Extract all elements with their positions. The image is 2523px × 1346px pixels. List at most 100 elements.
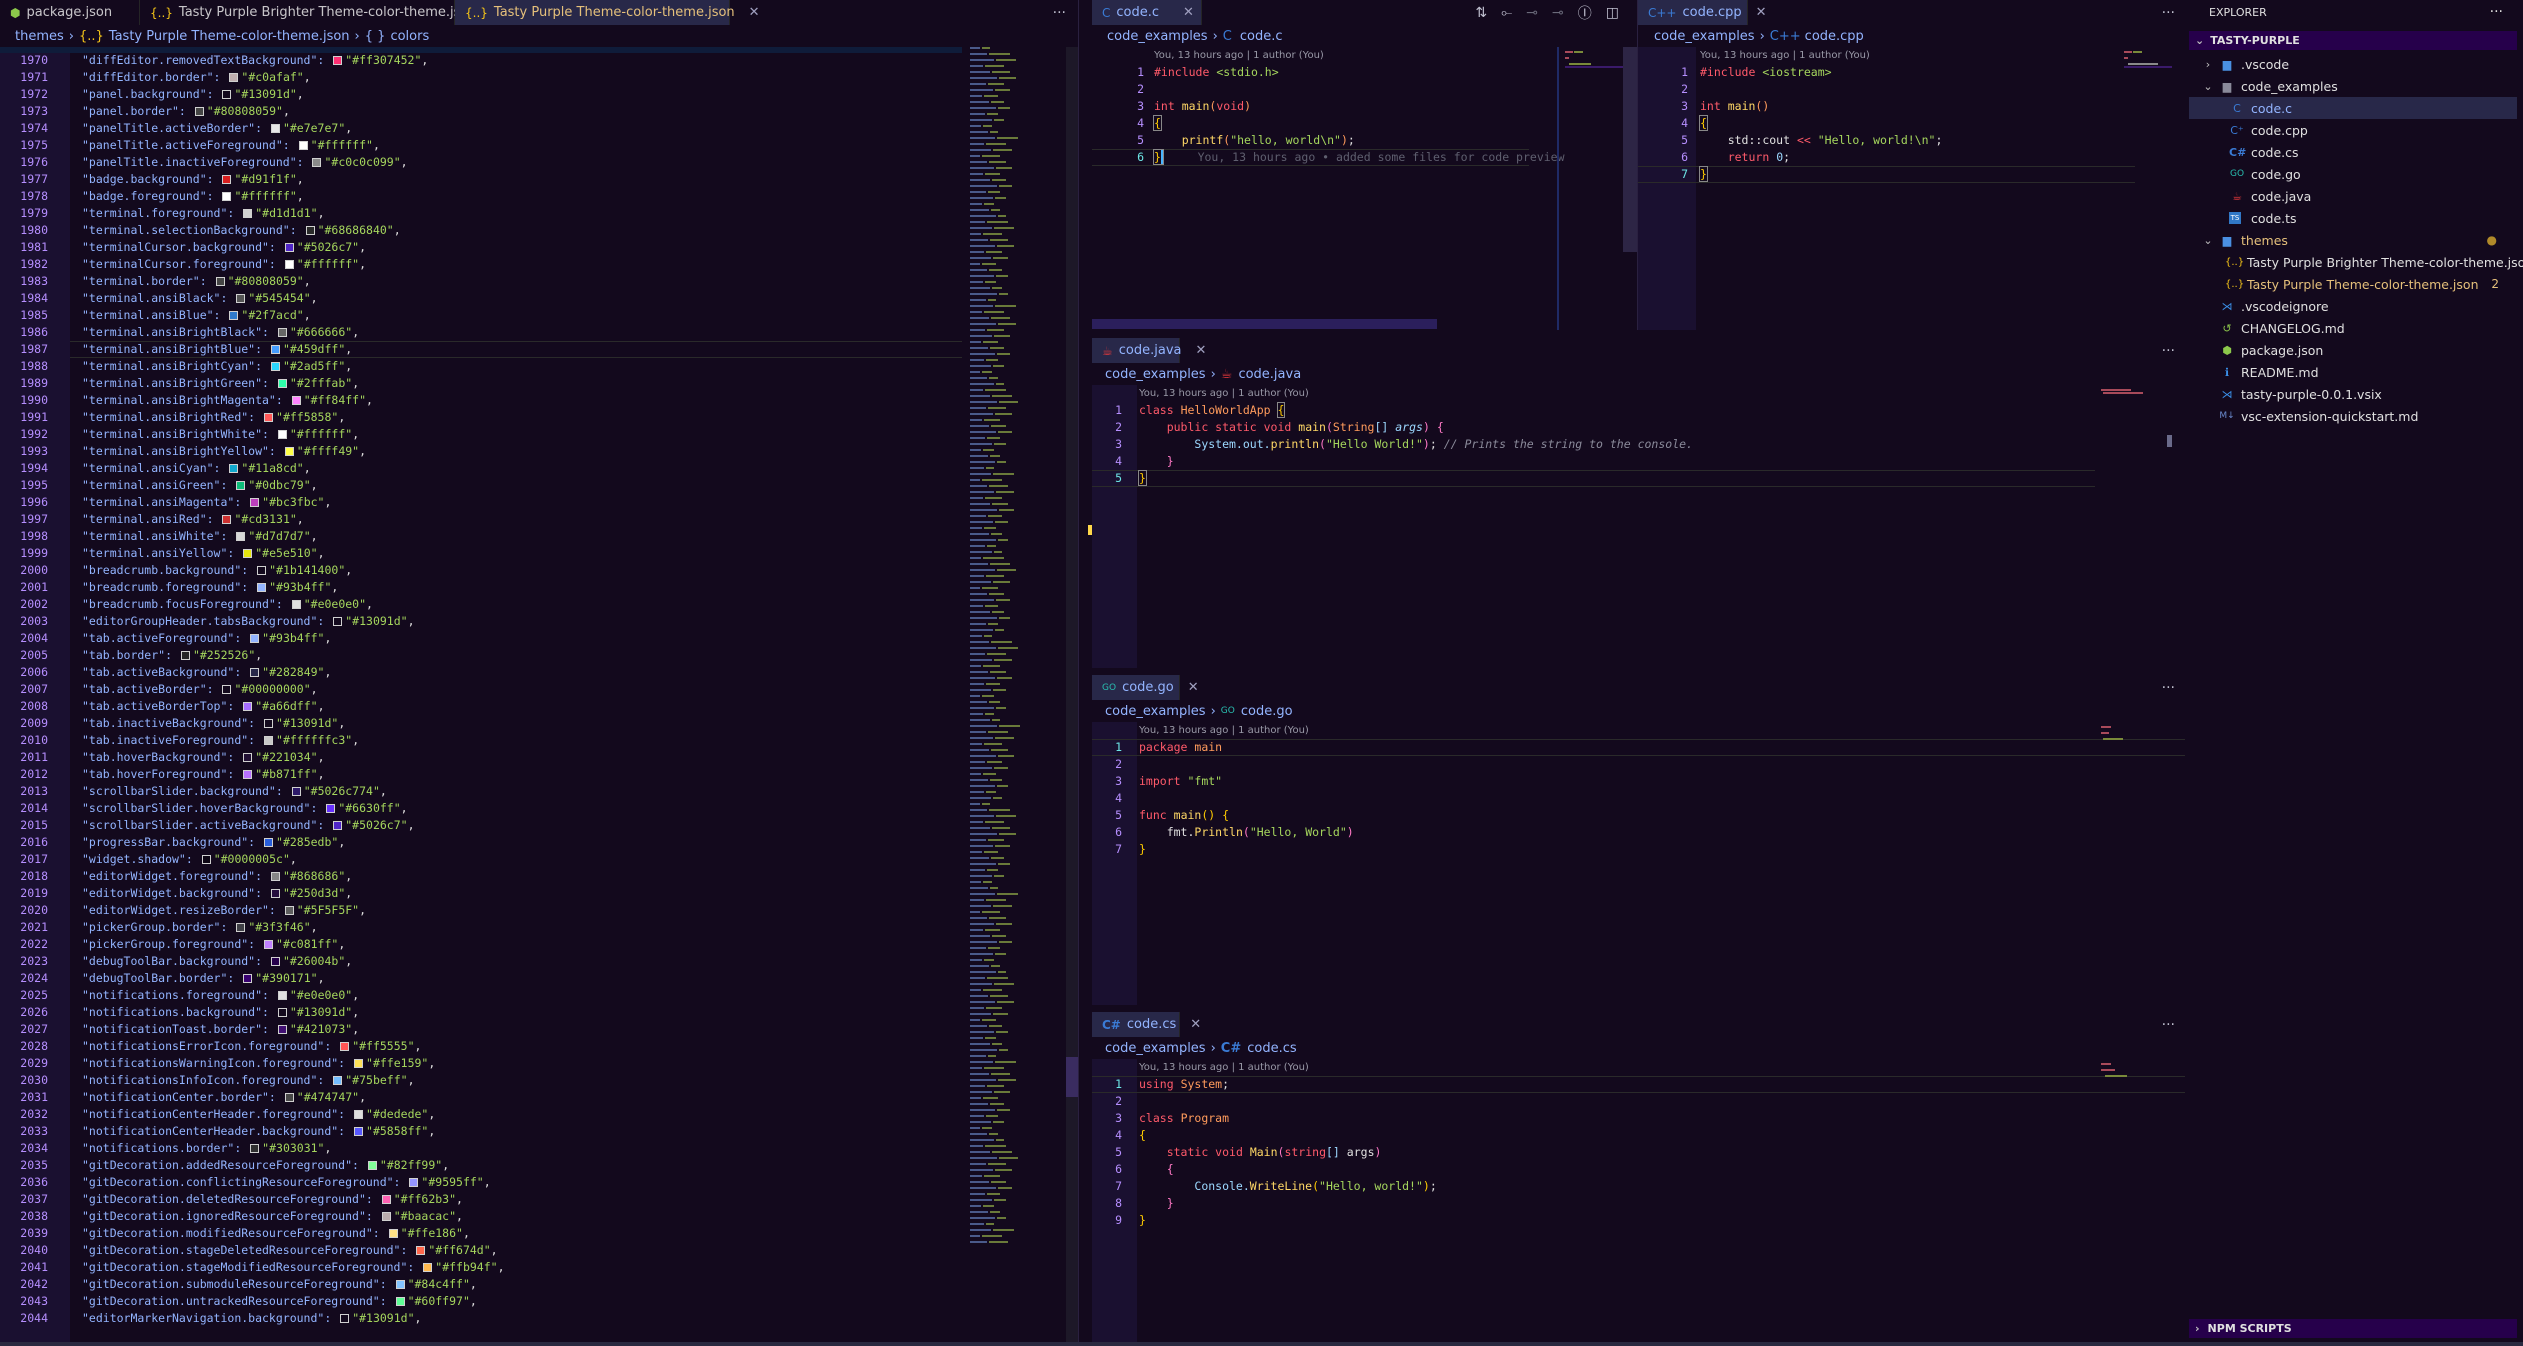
codelens-authors[interactable]: You, 13 hours ago | 1 author (You) [1139,388,1309,399]
tree-item-quickstart-md[interactable]: M↓ vsc-extension-quickstart.md [2185,405,2523,427]
color-swatch[interactable] [354,1059,364,1068]
more-actions-icon[interactable]: ··· [2490,4,2503,20]
color-swatch[interactable] [243,549,253,558]
color-swatch[interactable] [277,991,287,1000]
vertical-scrollbar[interactable] [1066,47,1078,1346]
color-swatch[interactable] [354,1127,364,1136]
tab-brighter-theme[interactable]: {..} Tasty Purple Brighter Theme-color-t… [140,0,477,25]
color-swatch[interactable] [277,430,287,439]
color-swatch[interactable] [354,1110,364,1119]
more-actions-icon[interactable]: ··· [2162,343,2175,359]
color-swatch[interactable] [250,498,260,507]
previous-change-icon[interactable]: ⟜ [1501,5,1512,21]
color-swatch[interactable] [291,787,301,796]
breadcrumb-file[interactable]: code.cpp [1805,29,1864,44]
vertical-scrollbar[interactable] [2165,385,2175,668]
tree-item-code-examples-folder[interactable]: ⌄ ▆ code_examples [2185,75,2523,97]
horizontal-scrollbar[interactable] [1092,319,1437,329]
color-swatch[interactable] [215,277,225,286]
tree-item-vsix[interactable]: ⋊ tasty-purple-0.0.1.vsix [2185,383,2523,405]
color-swatch[interactable] [298,141,308,150]
color-swatch[interactable] [264,940,274,949]
color-swatch[interactable] [340,1314,350,1323]
color-swatch[interactable] [229,311,239,320]
color-swatch[interactable] [180,651,190,660]
color-swatch[interactable] [264,413,274,422]
next-change-icon[interactable]: ⊸ [1552,5,1564,21]
breadcrumb-folder[interactable]: code_examples [1105,367,1206,382]
minimap[interactable] [962,47,1066,1346]
minimap[interactable] [2095,385,2159,668]
tree-item-code-cs[interactable]: C# code.cs [2185,141,2523,163]
codelens-authors[interactable]: You, 13 hours ago | 1 author (You) [1139,1062,1309,1073]
minimap[interactable] [2095,722,2159,1005]
color-swatch[interactable] [284,260,294,269]
codelens-authors[interactable]: You, 13 hours ago | 1 author (You) [1700,50,1870,61]
git-graph-icon[interactable]: Ⓘ [1578,3,1592,23]
color-swatch[interactable] [284,243,294,252]
color-swatch[interactable] [291,600,301,609]
workspace-root-header[interactable]: ⌄ TASTY-PURPLE [2189,31,2517,50]
color-swatch[interactable] [243,974,253,983]
minimap[interactable] [1557,47,1623,330]
color-swatch[interactable] [264,736,274,745]
color-swatch[interactable] [333,821,343,830]
color-swatch[interactable] [236,481,246,490]
color-swatch[interactable] [416,1246,426,1255]
color-swatch[interactable] [270,345,280,354]
breadcrumb-file[interactable]: code.java [1238,367,1301,382]
color-swatch[interactable] [284,1093,294,1102]
color-swatch[interactable] [284,447,294,456]
more-actions-icon[interactable]: ··· [2162,5,2175,21]
tab-code-java[interactable]: ☕ code.java ✕ [1092,338,1206,363]
minimap[interactable] [2095,1059,2159,1346]
color-swatch[interactable] [222,90,232,99]
tab-code-cpp[interactable]: C++ code.cpp ✕ [1638,0,1767,25]
color-swatch[interactable] [264,719,274,728]
minimap[interactable] [2118,47,2182,330]
tree-item-vscodeignore[interactable]: ⋊ .vscodeignore [2185,295,2523,317]
tree-item-code-ts[interactable]: TS code.ts [2185,207,2523,229]
color-swatch[interactable] [312,158,322,167]
tree-item-changelog[interactable]: ↺ CHANGELOG.md [2185,317,2523,339]
color-swatch[interactable] [388,1229,398,1238]
close-tab-icon[interactable]: ✕ [749,5,760,20]
tree-item-package-json[interactable]: ⬢ package.json [2185,339,2523,361]
code-c-editor[interactable]: You, 13 hours ago | 1 author (You) 1 #inc… [1092,47,1637,330]
color-swatch[interactable] [243,702,253,711]
close-tab-icon[interactable]: ✕ [1190,1017,1201,1032]
color-swatch[interactable] [381,1195,391,1204]
breadcrumb-file[interactable]: code.cs [1247,1041,1296,1056]
tree-item-theme-json[interactable]: {..} Tasty Purple Theme-color-theme.json… [2185,273,2523,295]
code-go-editor[interactable]: You, 13 hours ago | 1 author (You) 1 pack… [1092,722,2185,1005]
tree-item-code-go[interactable]: GO code.go [2185,163,2523,185]
npm-scripts-section-header[interactable]: › NPM SCRIPTS [2189,1319,2517,1338]
color-swatch[interactable] [236,294,246,303]
color-swatch[interactable] [326,804,336,813]
color-swatch[interactable] [333,617,343,626]
codelens-authors[interactable]: You, 13 hours ago | 1 author (You) [1139,725,1309,736]
color-swatch[interactable] [257,566,267,575]
close-tab-icon[interactable]: ✕ [1183,5,1194,20]
color-swatch[interactable] [277,1008,287,1017]
tree-item-vscode-folder[interactable]: › ▆ .vscode [2185,53,2523,75]
tree-item-themes-folder[interactable]: ⌄ ▆ themes ● [2185,229,2523,251]
color-swatch[interactable] [291,396,301,405]
color-swatch[interactable] [236,923,246,932]
vertical-scrollbar[interactable] [1623,47,1637,252]
color-swatch[interactable] [277,328,287,337]
color-swatch[interactable] [229,464,239,473]
color-swatch[interactable] [250,634,260,643]
color-swatch[interactable] [277,1025,287,1034]
close-tab-icon[interactable]: ✕ [1756,5,1767,20]
color-swatch[interactable] [277,379,287,388]
tree-item-code-java[interactable]: ☕ code.java [2185,185,2523,207]
color-swatch[interactable] [257,583,267,592]
color-swatch[interactable] [409,1178,419,1187]
breadcrumb-folder[interactable]: code_examples [1105,704,1206,719]
color-swatch[interactable] [236,532,246,541]
color-swatch[interactable] [270,872,280,881]
group-divider[interactable] [1078,0,1079,1346]
tab-code-go[interactable]: GO code.go ✕ [1092,675,1199,700]
tree-item-brighter-theme-json[interactable]: {..} Tasty Purple Brighter Theme-color-t… [2185,251,2523,273]
